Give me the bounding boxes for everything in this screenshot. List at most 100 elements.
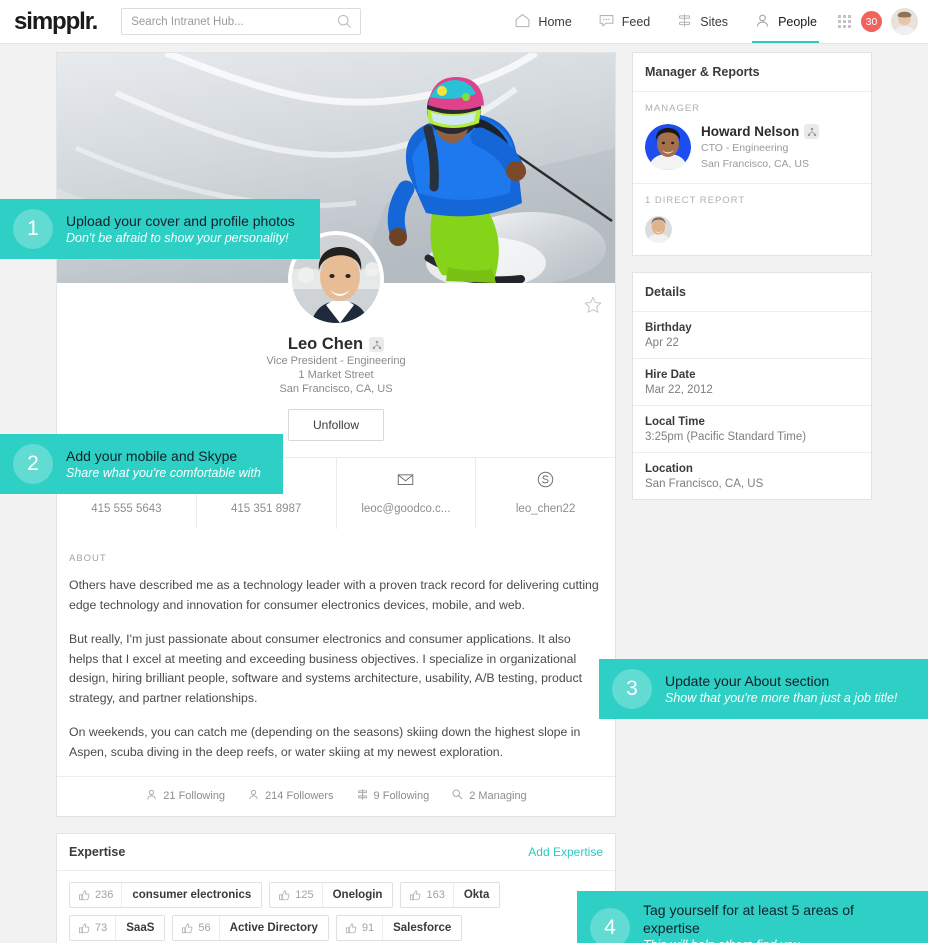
- manager-avatar[interactable]: [645, 124, 691, 170]
- callout-step-1: 1 Upload your cover and profile photos D…: [0, 199, 320, 259]
- org-chart-icon[interactable]: [804, 124, 820, 139]
- manager-entry[interactable]: Howard Nelson CTO - Engineering San Fran…: [645, 124, 859, 171]
- nav-item-sites-label: Sites: [700, 14, 729, 29]
- expertise-card: Expertise Add Expertise 236 consumer ele…: [56, 833, 616, 943]
- callout-title: Add your mobile and Skype: [66, 447, 238, 464]
- stat-following-sites[interactable]: 9 Following: [356, 788, 429, 804]
- thumbs-up-count[interactable]: 125: [270, 889, 321, 902]
- detail-value: Mar 22, 2012: [645, 384, 713, 396]
- avatar[interactable]: [891, 8, 918, 35]
- stat-followers[interactable]: 214 Followers: [247, 788, 334, 804]
- manager-location: San Francisco, CA, US: [701, 158, 809, 170]
- manager-reports-title: Manager & Reports: [633, 53, 871, 92]
- about-paragraph: But really, I'm just passionate about co…: [69, 632, 583, 705]
- home-icon: [514, 12, 531, 32]
- detail-row-location: Location San Francisco, CA, US: [633, 453, 871, 499]
- org-chart-icon[interactable]: [369, 337, 385, 352]
- profile-stats: 21 Following 214 Followers 9 Following 2…: [57, 776, 615, 816]
- stat-label: 21 Following: [163, 790, 226, 802]
- about-paragraph: On weekends, you can catch me (depending…: [69, 725, 581, 759]
- detail-key: Location: [645, 463, 693, 475]
- unfollow-button[interactable]: Unfollow: [287, 409, 385, 441]
- nav-item-sites[interactable]: Sites: [663, 0, 741, 43]
- stat-label: 214 Followers: [265, 790, 334, 802]
- expertise-tag[interactable]: 56 Active Directory: [172, 915, 329, 941]
- stat-following-people[interactable]: 21 Following: [145, 788, 225, 804]
- manager-name-row: Howard Nelson: [701, 124, 820, 139]
- about-heading: ABOUT: [69, 553, 107, 564]
- sidebar-column: Manager & Reports MANAGER Howard Nelson …: [632, 52, 872, 943]
- thumbs-up-count[interactable]: 236: [70, 889, 121, 902]
- stat-label: 2 Managing: [469, 790, 527, 802]
- callout-text: Upload your cover and profile photos Don…: [66, 212, 295, 247]
- person-icon: [145, 788, 158, 804]
- manager-name: Howard Nelson: [701, 124, 800, 139]
- direct-report-avatar[interactable]: [645, 216, 672, 243]
- profile-identity-block: Leo Chen Vice President - Engineering 1 …: [57, 231, 615, 537]
- callout-text: Tag yourself for at least 5 areas of exp…: [643, 901, 912, 943]
- detail-row-local-time: Local Time 3:25pm (Pacific Standard Time…: [633, 406, 871, 453]
- detail-value: 3:25pm (Pacific Standard Time): [645, 431, 807, 443]
- thumbs-up-icon: [79, 922, 90, 933]
- direct-reports-section: 1 DIRECT REPORT: [633, 184, 871, 255]
- search-icon: [337, 14, 352, 34]
- detail-value: San Francisco, CA, US: [645, 478, 764, 490]
- detail-row-hire-date: Hire Date Mar 22, 2012: [633, 359, 871, 406]
- callout-step-4: 4 Tag yourself for at least 5 areas of e…: [577, 891, 928, 943]
- manager-section: MANAGER Howard Nelson CTO - Engineering …: [633, 92, 871, 184]
- stat-managing[interactable]: 2 Managing: [451, 788, 527, 804]
- profile-city: San Francisco, CA, US: [279, 383, 393, 395]
- callout-number: 1: [13, 209, 53, 249]
- expertise-tag-name: Onelogin: [321, 883, 393, 907]
- contact-mobile-value: 415 351 8987: [230, 503, 302, 515]
- thumbs-up-icon: [279, 889, 290, 900]
- contact-email-value: leoc@goodco.c...: [361, 503, 451, 515]
- search-input[interactable]: [122, 15, 323, 28]
- expertise-tag[interactable]: 91 Salesforce: [335, 915, 463, 941]
- expertise-tag-count: 56: [198, 922, 211, 934]
- primary-nav: Home Feed Sites People 30: [501, 0, 928, 43]
- expertise-tag-count: 73: [95, 922, 108, 934]
- expertise-tag-name: Active Directory: [218, 916, 328, 940]
- callout-text: Update your About section Show that you'…: [665, 672, 897, 707]
- expertise-tag[interactable]: 125 Onelogin: [269, 882, 394, 908]
- nav-item-people[interactable]: People: [741, 0, 830, 43]
- contact-skype[interactable]: leo_chen22: [475, 458, 615, 529]
- callout-title: Upload your cover and profile photos: [66, 212, 295, 229]
- expertise-tag-list: 236 consumer electronics 125 Onelogin 16…: [69, 882, 603, 943]
- favorite-star-icon[interactable]: [583, 295, 603, 320]
- email-icon: [396, 474, 415, 493]
- thumbs-up-count[interactable]: 56: [173, 922, 218, 935]
- detail-key: Birthday: [645, 322, 692, 334]
- nav-item-feed[interactable]: Feed: [585, 0, 664, 43]
- app-grid-icon[interactable]: [838, 15, 851, 28]
- manage-icon: [451, 788, 464, 804]
- add-expertise-button[interactable]: Add Expertise: [528, 845, 603, 859]
- thumbs-up-count[interactable]: 163: [401, 889, 452, 902]
- details-card: Details Birthday Apr 22 Hire Date Mar 22…: [632, 272, 872, 500]
- callout-step-2: 2 Add your mobile and Skype Share what y…: [0, 434, 283, 494]
- nav-item-home[interactable]: Home: [501, 0, 584, 43]
- contact-email[interactable]: leoc@goodco.c...: [335, 458, 476, 529]
- feed-icon: [598, 12, 615, 32]
- nav-item-people-label: People: [778, 14, 817, 29]
- search-box[interactable]: [121, 8, 362, 35]
- detail-value: Apr 22: [645, 337, 679, 349]
- callout-step-3: 3 Update your About section Show that yo…: [599, 659, 928, 719]
- expertise-body: 236 consumer electronics 125 Onelogin 16…: [57, 871, 615, 943]
- expertise-tag-name: SaaS: [115, 916, 164, 940]
- expertise-tag[interactable]: 73 SaaS: [69, 915, 166, 941]
- expertise-tag-name: Salesforce: [382, 916, 461, 940]
- expertise-tag[interactable]: 236 consumer electronics: [69, 882, 263, 908]
- thumbs-up-count[interactable]: 73: [70, 922, 115, 935]
- app-logo[interactable]: simpplr.: [14, 8, 98, 36]
- expertise-tag[interactable]: 163 Okta: [400, 882, 501, 908]
- people-icon: [754, 12, 771, 32]
- callout-subtitle: Show that you're more than just a job ti…: [665, 690, 898, 705]
- notification-badge[interactable]: 30: [861, 11, 882, 32]
- about-section: ABOUT Others have described me as a tech…: [57, 537, 615, 776]
- thumbs-up-count[interactable]: 91: [337, 922, 382, 935]
- page-body: Leo Chen Vice President - Engineering 1 …: [0, 44, 928, 943]
- expertise-title: Expertise: [69, 845, 126, 859]
- callout-number: 3: [612, 669, 652, 709]
